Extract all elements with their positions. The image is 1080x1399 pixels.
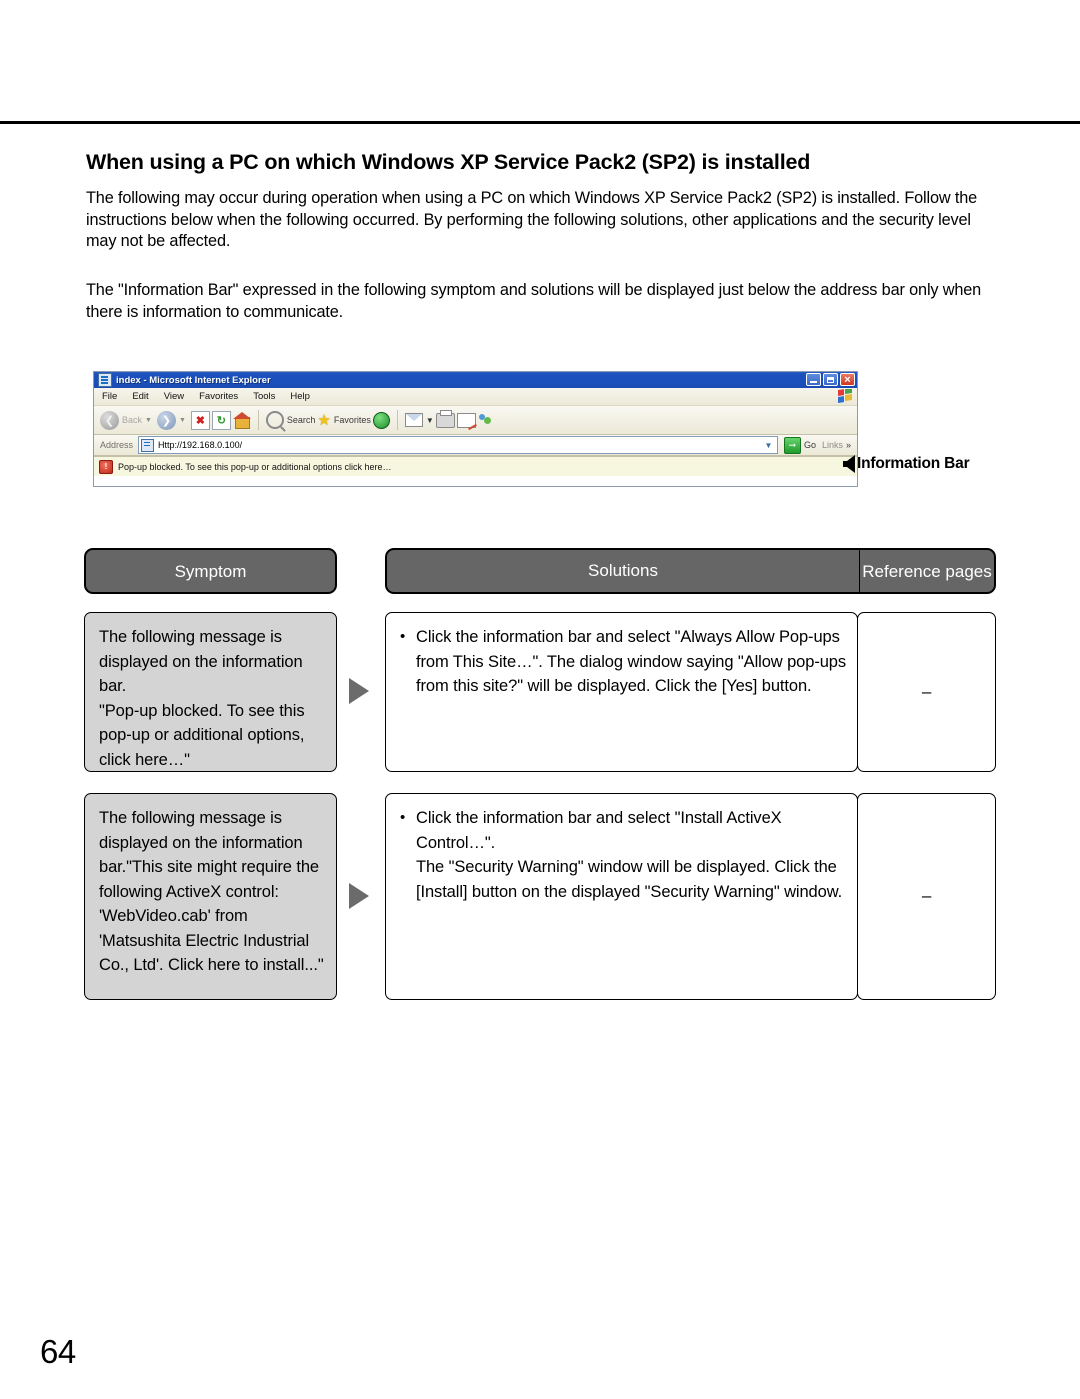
menu-item-view[interactable]: View [164,391,184,402]
table-row: • Click the information bar and select "… [385,612,858,772]
mail-button[interactable]: ▼ [404,413,434,427]
symptom-text-1: The following message is displayed on th… [99,628,305,769]
messenger-icon[interactable] [478,413,493,427]
solution-text-2: Click the information bar and select "In… [416,809,843,901]
back-arrow-icon: ❮ [100,410,119,430]
search-label: Search [286,415,316,425]
menu-item-edit[interactable]: Edit [132,391,148,402]
back-label: Back [122,415,143,425]
toolbar-separator-2 [396,410,398,430]
print-icon[interactable] [435,409,455,428]
media-globe-icon[interactable] [372,411,390,429]
window-controls [806,373,855,386]
window-title: index - Microsoft Internet Explorer [116,374,271,386]
page-number: 64 [40,1333,76,1370]
callout-label: Information Bar [857,455,970,472]
table-header-symptom: Symptom [84,548,337,594]
links-label[interactable]: Links [822,440,843,450]
document-icon [98,373,112,387]
page-icon [141,438,155,452]
close-icon[interactable] [840,373,855,386]
go-label: Go [803,440,816,450]
table-row: The following message is displayed on th… [84,612,337,772]
star-icon: ★ [317,411,331,429]
refresh-icon[interactable]: ↻ [211,410,231,430]
menu-item-favorites[interactable]: Favorites [199,391,238,402]
arrow-left-icon [843,455,855,473]
search-icon [265,411,284,429]
search-button[interactable]: Search [265,411,316,429]
shield-alert-icon: ! [99,459,113,474]
browser-content-area [94,476,857,486]
links-overflow-icon[interactable]: » [846,440,851,450]
table-header-reference-pages: Reference pages [862,561,992,581]
address-url-text: Http://192.168.0.100/ [158,440,243,450]
address-bar: Address Http://192.168.0.100/ ▼ ➞ Go Lin… [94,435,857,456]
toolbar-separator [257,410,259,430]
table-row: • Click the information bar and select "… [385,793,858,1000]
go-arrow-icon: ➞ [783,436,801,454]
flow-arrow-right-icon-2 [349,883,369,909]
windows-logo-icon [838,387,853,403]
menu-bar: File Edit View Favorites Tools Help [94,387,857,406]
flow-arrow-right-icon-1 [349,678,369,704]
intro-paragraph-1: The following may occur during operation… [86,189,978,250]
mail-icon [404,413,423,427]
go-button[interactable]: ➞ Go [783,436,816,454]
internet-explorer-window: index - Microsoft Internet Explorer File… [93,371,858,487]
minimize-icon[interactable] [806,373,821,386]
reference-page-2: – [921,886,932,906]
solution-text-1: Click the information bar and select "Al… [416,628,847,695]
table-row: – [857,612,996,772]
reference-page-1: – [921,681,932,701]
address-label: Address [100,440,134,450]
address-input[interactable]: Http://192.168.0.100/ ▼ [138,436,778,454]
favorites-label: Favorites [333,415,371,425]
browser-toolbar: ❮ Back ▼ ❯ ▼ ✖ ↻ Search ★ Favorites ▼ [94,406,857,435]
table-row: The following message is displayed on th… [84,793,337,1000]
menu-item-file[interactable]: File [102,391,117,402]
information-bar-callout: Information Bar [843,455,970,473]
header-divider-rule [0,121,1080,124]
bullet-icon-1: • [400,628,406,645]
favorites-button[interactable]: ★ Favorites [317,411,371,429]
home-icon[interactable] [232,412,251,429]
mail-chevron-down-icon[interactable]: ▼ [426,416,434,425]
back-button[interactable]: ❮ Back ▼ [100,410,155,430]
forward-chevron-down-icon[interactable]: ▼ [179,417,186,424]
back-chevron-down-icon[interactable]: ▼ [145,417,152,424]
window-title-bar: index - Microsoft Internet Explorer [94,372,857,388]
edit-page-icon[interactable] [456,412,476,428]
information-bar[interactable]: ! Pop-up blocked. To see this pop-up or … [94,456,857,476]
forward-button[interactable]: ❯ ▼ [156,410,189,430]
bullet-icon-2: • [400,809,406,826]
intro-paragraph-2: The "Information Bar" expressed in the f… [86,281,982,321]
forward-arrow-icon: ❯ [156,410,176,430]
address-chevron-down-icon[interactable]: ▼ [761,437,776,453]
menu-item-tools[interactable]: Tools [253,391,275,402]
information-bar-text: Pop-up blocked. To see this pop-up or ad… [118,461,392,472]
table-header-solutions: Solutions [387,550,860,592]
menu-item-help[interactable]: Help [290,391,310,402]
stop-icon[interactable]: ✖ [190,410,210,430]
page-title: When using a PC on which Windows XP Serv… [86,150,811,174]
maximize-icon[interactable] [823,373,838,386]
table-row: – [857,793,996,1000]
table-header-solutions-group: Solutions Reference pages [385,548,996,594]
symptom-text-2: The following message is displayed on th… [99,809,324,974]
